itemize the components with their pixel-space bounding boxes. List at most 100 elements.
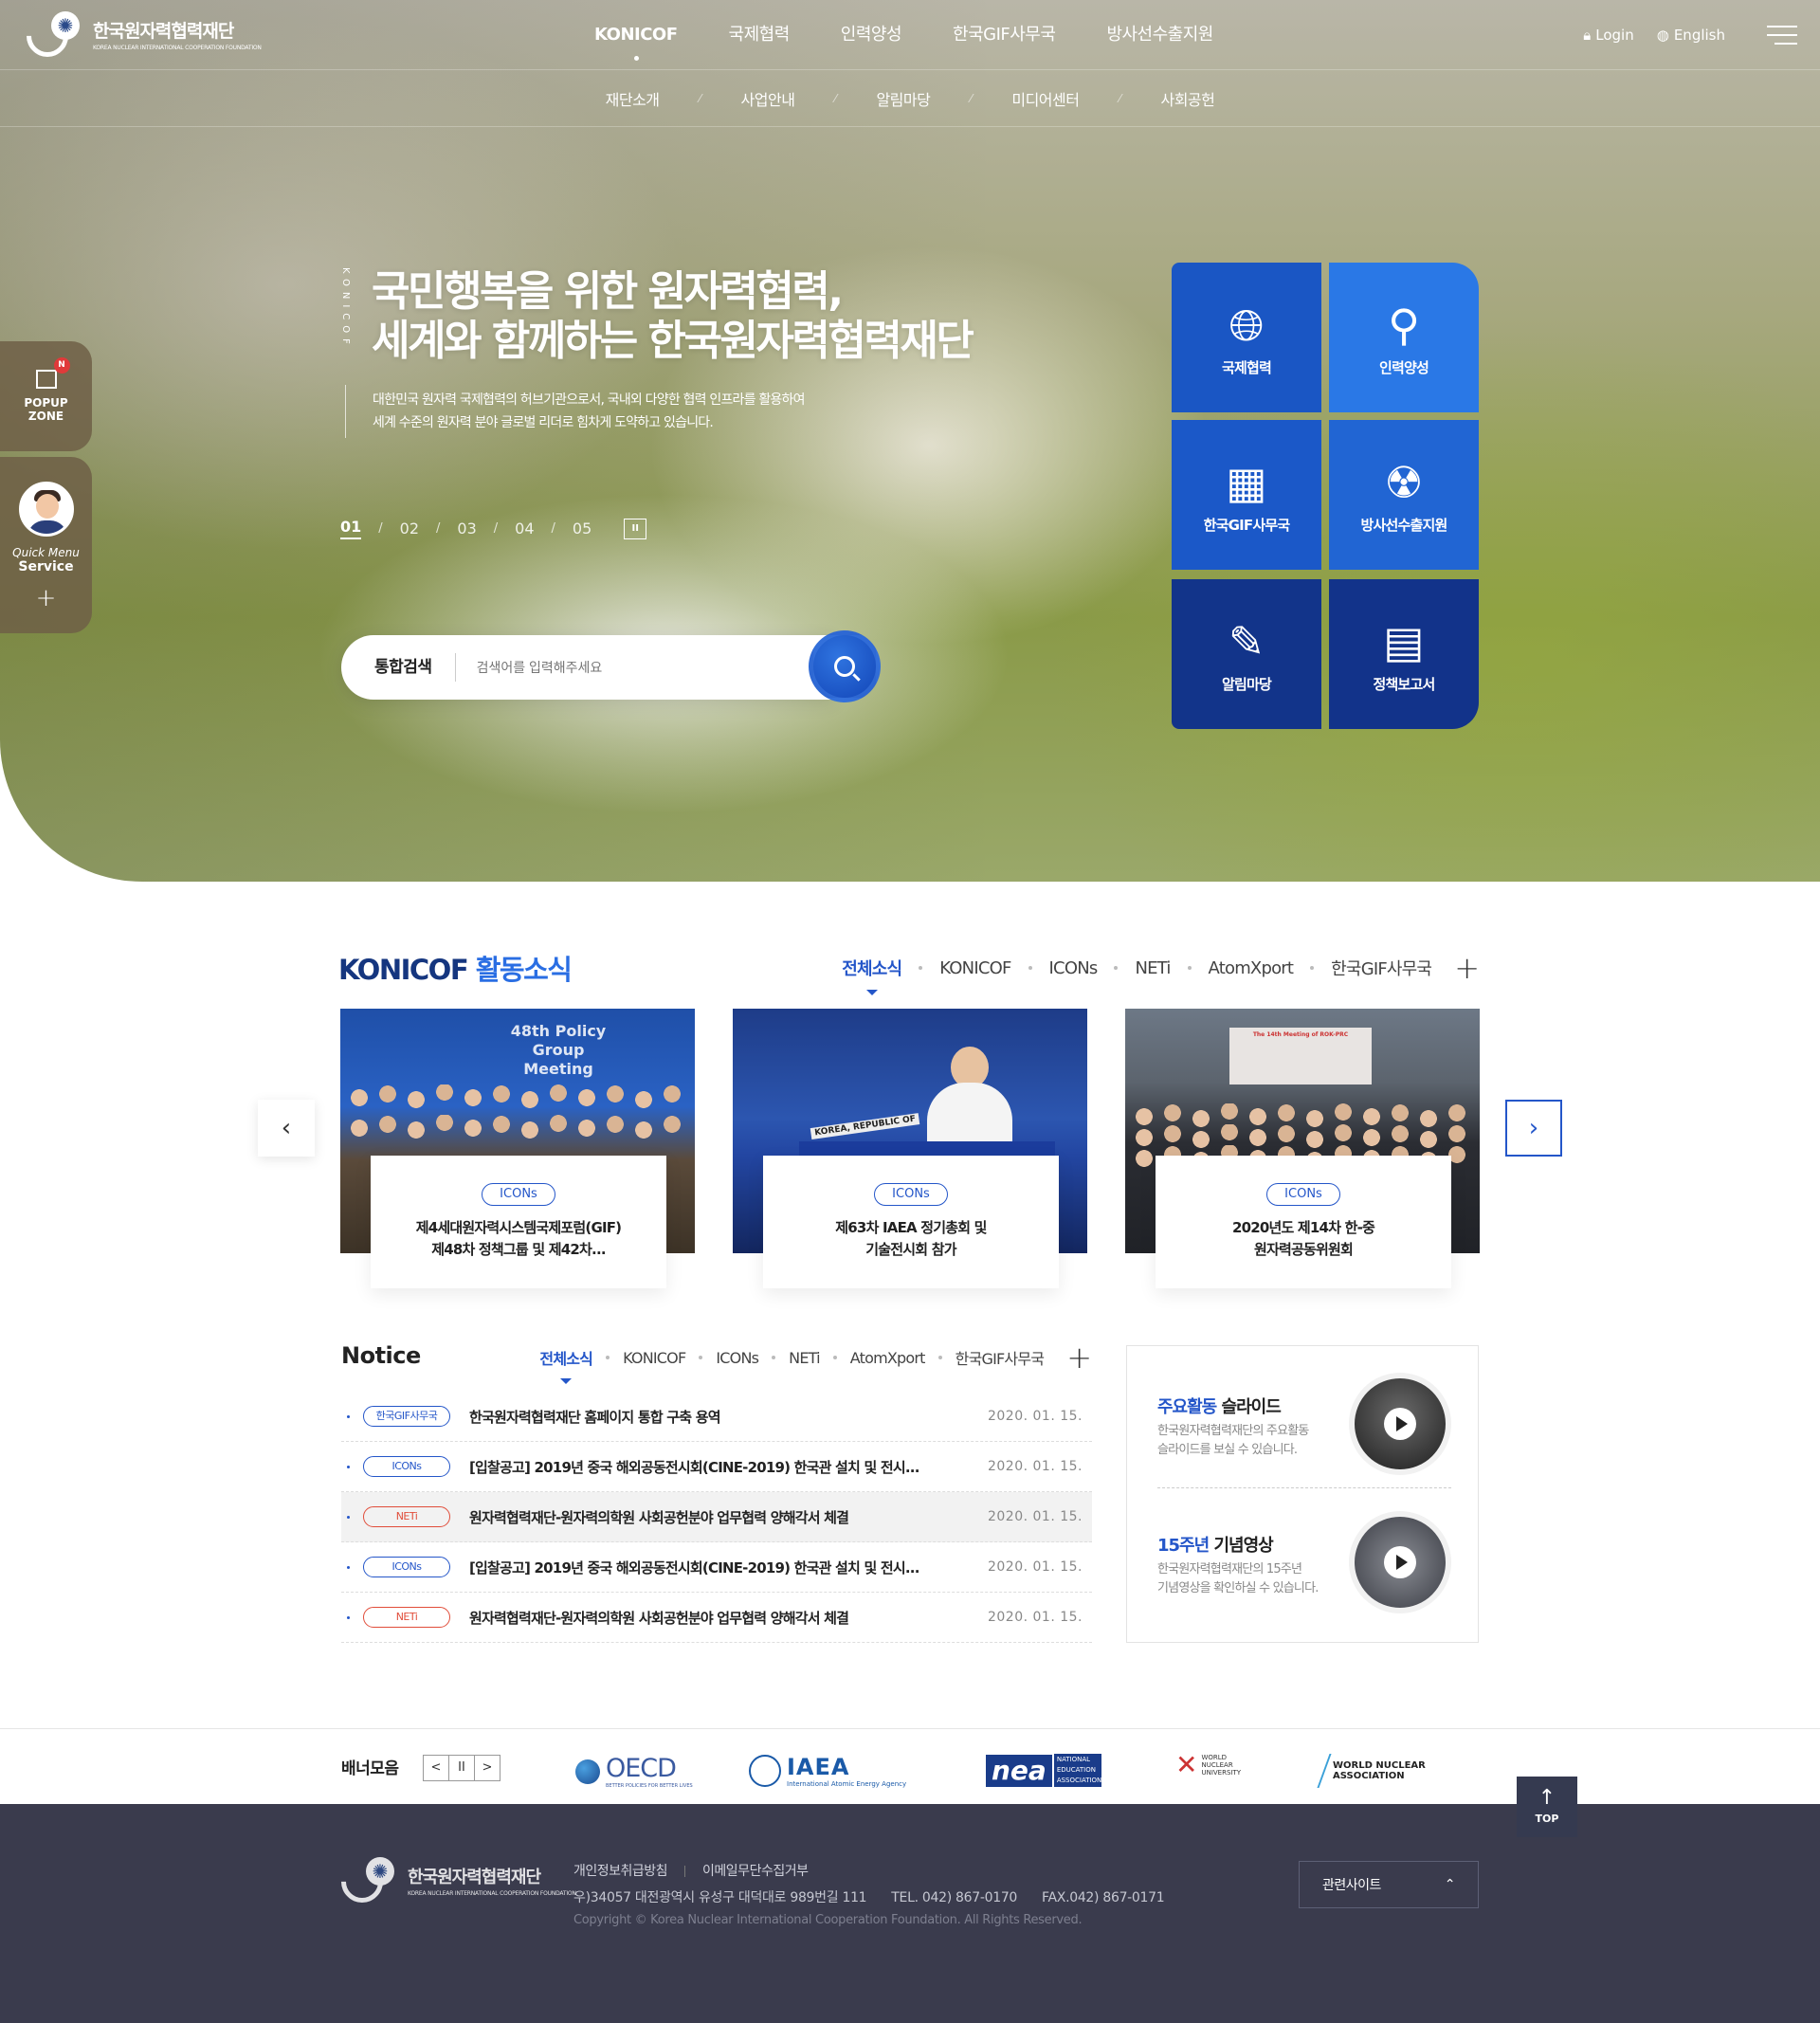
- notice-more-plus-icon[interactable]: +: [1066, 1342, 1092, 1373]
- subnav-media[interactable]: 미디어센터: [972, 87, 1119, 110]
- email-refusal-link[interactable]: 이메일무단수집거부: [702, 1864, 809, 1879]
- tab-konicof[interactable]: KONICOF: [939, 958, 1011, 978]
- slide-page-5[interactable]: 05: [573, 519, 592, 538]
- tile-notice[interactable]: ✎ 알림마당: [1172, 579, 1321, 729]
- scroll-top-button[interactable]: ↑ TOP: [1517, 1777, 1577, 1837]
- notice-row[interactable]: NETi 원자력협력재단-원자력의학원 사회공헌분야 업무협력 양해각서 체결 20…: [341, 1593, 1092, 1643]
- media-thumbnail[interactable]: [1349, 1511, 1451, 1613]
- news-title-line1: 2020년도 제14차 한-중: [1231, 1219, 1375, 1236]
- slide-page-1[interactable]: 01: [340, 518, 362, 539]
- hero-title-line2: 세계와 함께하는 한국원자력협력재단: [372, 317, 974, 365]
- news-more-plus-icon[interactable]: +: [1454, 953, 1480, 983]
- tile-training[interactable]: ⚲ 인력양성: [1329, 263, 1479, 412]
- tab-atomxport[interactable]: AtomXport: [1209, 958, 1294, 978]
- plus-icon[interactable]: +: [0, 584, 92, 612]
- footer-logo-english: KOREA NUCLEAR INTERNATIONAL COOPERATION …: [408, 1889, 576, 1897]
- search-input[interactable]: [476, 660, 761, 675]
- notice-row[interactable]: ICONs [입찰공고] 2019년 중국 해외공동전시회(CINE-2019) …: [341, 1542, 1092, 1593]
- subnav-business[interactable]: 사업안내: [701, 87, 835, 110]
- notice-text: [입찰공고] 2019년 중국 해외공동전시회(CINE-2019) 한국관 설…: [469, 1458, 919, 1476]
- notice-row[interactable]: ICONs [입찰공고] 2019년 중국 해외공동전시회(CINE-2019) …: [341, 1442, 1092, 1492]
- banner-nea[interactable]: nea NATIONAL EDUCATION ASSOCIATION: [986, 1754, 1101, 1787]
- oecd-text: OECD: [606, 1754, 677, 1783]
- slide-pause-button[interactable]: II: [624, 518, 647, 539]
- slide-page-2[interactable]: 02: [400, 519, 419, 538]
- gnb-training[interactable]: 인력양성: [815, 0, 927, 70]
- slide-page-4[interactable]: 04: [515, 519, 534, 538]
- gnb-international[interactable]: 국제협력: [703, 0, 815, 70]
- tab-all[interactable]: 전체소식: [842, 956, 902, 995]
- site-logo[interactable]: ✺ 한국원자력협력재단 KOREA NUCLEAR INTERNATIONAL …: [17, 6, 262, 66]
- building-icon: ▦: [1226, 456, 1267, 508]
- news-title: KONICOF 활동소식: [338, 948, 573, 988]
- notice-category: NETi: [363, 1607, 450, 1628]
- news-prev-button[interactable]: ‹: [258, 1100, 315, 1157]
- news-card[interactable]: 48th Policy Group Meeting ICONs 제4세대원자력시…: [340, 1009, 695, 1293]
- gnb-gif[interactable]: 한국GIF사무국: [927, 0, 1081, 70]
- notice-row[interactable]: 한국GIF사무국 한국원자력협력재단 홈페이지 통합 구축 용역 2020. 01.…: [341, 1392, 1092, 1442]
- notice-tab-neti[interactable]: NETi: [789, 1349, 820, 1367]
- popup-zone-button[interactable]: N POPUP ZONE: [0, 341, 92, 451]
- tab-icons[interactable]: ICONs: [1049, 958, 1099, 978]
- tab-neti[interactable]: NETi: [1135, 958, 1171, 978]
- tile-label: 국제협력: [1221, 358, 1272, 376]
- tile-label: 알림마당: [1221, 675, 1272, 693]
- wnu-text: WORLD NUCLEAR UNIVERSITY: [1201, 1754, 1242, 1777]
- banner-prev-button[interactable]: <: [423, 1755, 449, 1781]
- tile-international[interactable]: 🌐︎ 국제협력: [1172, 263, 1321, 412]
- logo-english: KOREA NUCLEAR INTERNATIONAL COOPERATION …: [93, 45, 262, 51]
- wna-logo-icon: [1317, 1754, 1332, 1788]
- banner-next-button[interactable]: >: [474, 1755, 500, 1781]
- notice-tab-gif[interactable]: 한국GIF사무국: [956, 1346, 1045, 1369]
- trainer-icon: ⚲: [1388, 299, 1420, 351]
- hero-description: 대한민국 원자력 국제협력의 허브기관으로서, 국내외 다양한 협력 인프라를 …: [373, 389, 805, 434]
- hero-title-line1: 국민행복을 위한 원자력협력,: [372, 267, 844, 316]
- notice-tab-icons[interactable]: ICONs: [716, 1349, 759, 1367]
- media-desc-2: 기념영상을 확인하실 수 있습니다.: [1157, 1581, 1319, 1595]
- media-thumbnail[interactable]: [1349, 1373, 1451, 1475]
- notice-category: ICONs: [363, 1557, 450, 1577]
- banner-wna[interactable]: WORLD NUCLEAR ASSOCIATION: [1317, 1754, 1426, 1788]
- related-sites-select[interactable]: 관련사이트 ⌃: [1299, 1861, 1479, 1908]
- subnav-notice[interactable]: 알림마당: [836, 87, 970, 110]
- notice-tabs: 전체소식 KONICOF ICONs NETi AtomXport 한국GIF사…: [539, 1342, 1092, 1384]
- subnav-social[interactable]: 사회공헌: [1120, 87, 1254, 110]
- news-card[interactable]: The 14th Meeting of ROK-PRC ICONs 2020년도…: [1125, 1009, 1480, 1293]
- notice-tab-atomxport[interactable]: AtomXport: [850, 1349, 926, 1367]
- subnav-about[interactable]: 재단소개: [566, 87, 700, 110]
- iaea-logo-icon: [749, 1755, 781, 1787]
- banner-wnu[interactable]: ✕ WORLD NUCLEAR UNIVERSITY: [1175, 1752, 1248, 1778]
- notice-date: 2020. 01. 15.: [987, 1610, 1083, 1625]
- gnb-radiation[interactable]: 방사선수출지원: [1081, 0, 1238, 70]
- media-video-item[interactable]: 15주년 기념영상 한국원자력협력재단의 15주년 기념영상을 확인하실 수 있습…: [1157, 1504, 1451, 1617]
- banner-pause-button[interactable]: II: [448, 1755, 475, 1781]
- search-button[interactable]: [809, 630, 881, 702]
- quick-menu-service[interactable]: Quick Menu Service +: [0, 457, 92, 633]
- language-link[interactable]: ◍ English: [1657, 27, 1725, 44]
- slide-page-3[interactable]: 03: [457, 519, 476, 538]
- tile-gif[interactable]: ▦ 한국GIF사무국: [1172, 420, 1321, 570]
- notice-row[interactable]: NETi 원자력협력재단-원자력의학원 사회공헌분야 업무협력 양해각서 체결 20…: [341, 1492, 1092, 1542]
- hamburger-menu-icon[interactable]: [1767, 26, 1797, 45]
- media-slide-item[interactable]: 주요활동 슬라이드 한국원자력협력재단의 주요활동 슬라이드를 보실 수 있습니다…: [1157, 1365, 1451, 1488]
- presentation-icon: ▤: [1383, 615, 1425, 667]
- news-card[interactable]: KOREA, REPUBLIC OF ICONs 제63차 IAEA 정기총회 …: [733, 1009, 1087, 1293]
- tile-policy[interactable]: ▤ 정책보고서: [1329, 579, 1479, 729]
- notice-tab-konicof[interactable]: KONICOF: [623, 1349, 686, 1367]
- globe-icon: ◍: [1656, 27, 1669, 44]
- banner-label: 배너모음: [341, 1759, 399, 1778]
- play-icon: [1384, 1546, 1416, 1578]
- banner-iaea[interactable]: IAEA International Atomic Energy Agency: [749, 1754, 906, 1788]
- gnb-konicof[interactable]: KONICOF: [569, 0, 703, 70]
- notice-list: 한국GIF사무국 한국원자력협력재단 홈페이지 통합 구축 용역 2020. 01.…: [341, 1392, 1092, 1643]
- notice-tab-all[interactable]: 전체소식: [539, 1346, 593, 1384]
- tile-radiation[interactable]: ☢ 방사선수출지원: [1329, 420, 1479, 570]
- media-desc-2: 슬라이드를 보실 수 있습니다.: [1157, 1443, 1298, 1457]
- notice-text: 원자력협력재단-원자력의학원 사회공헌분야 업무협력 양해각서 체결: [469, 1609, 849, 1627]
- login-link[interactable]: 🔒︎ Login: [1583, 27, 1633, 44]
- tab-gif[interactable]: 한국GIF사무국: [1331, 956, 1432, 980]
- banner-oecd[interactable]: OECD BETTER POLICIES FOR BETTER LIVES: [575, 1754, 693, 1789]
- news-next-button[interactable]: ›: [1505, 1100, 1562, 1157]
- privacy-policy-link[interactable]: 개인정보취급방침: [573, 1864, 668, 1879]
- notice-category: NETi: [363, 1506, 450, 1527]
